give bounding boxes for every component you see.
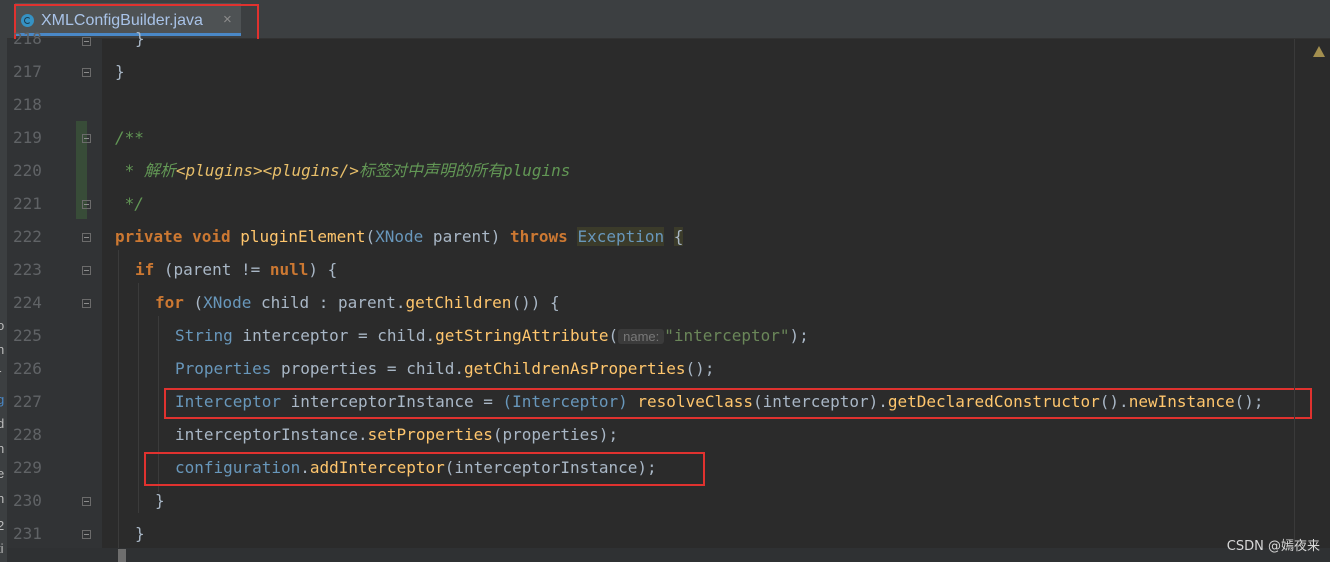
line-number: 231 (13, 524, 42, 543)
line-number: 226 (13, 359, 42, 378)
line-number: 222 (13, 227, 42, 246)
annotation-box-line-229 (144, 452, 705, 486)
code-line-226: Properties properties = child.getChildre… (175, 359, 715, 378)
line-number: 224 (13, 293, 42, 312)
line-number: 225 (13, 326, 42, 345)
parameter-hint: name: (618, 329, 665, 344)
line-number: 223 (13, 260, 42, 279)
line-number: 228 (13, 425, 42, 444)
line-number: 219 (13, 128, 42, 147)
code-line-228: interceptorInstance.setProperties(proper… (175, 425, 619, 444)
code-line-223: if (parent != null) { (135, 260, 338, 279)
line-number: 220 (13, 161, 42, 180)
line-number: 230 (13, 491, 42, 510)
line-number: 217 (13, 62, 42, 81)
indent-guide (138, 283, 139, 513)
code-line-222: private void pluginElement(XNode parent)… (115, 227, 684, 246)
line-number: 218 (13, 95, 42, 114)
code-line-220: * 解析<plugins><plugins/>标签对中声明的所有plugins (115, 161, 571, 180)
fold-icon[interactable] (82, 530, 91, 539)
line-number: 227 (13, 392, 42, 411)
text-caret (118, 549, 126, 562)
fold-icon[interactable] (82, 200, 91, 209)
code-line-219: /** (115, 128, 144, 147)
code-line-216: } (135, 29, 145, 48)
line-number: 218 (13, 29, 42, 48)
warning-icon[interactable] (1313, 46, 1325, 57)
code-line-217: } (115, 62, 125, 81)
code-line-221: */ (115, 194, 144, 213)
code-line-224: for (XNode child : parent.getChildren())… (155, 293, 560, 312)
fold-icon[interactable] (82, 266, 91, 275)
fold-icon[interactable] (82, 497, 91, 506)
fold-icon[interactable] (82, 134, 91, 143)
annotation-box-line-227 (164, 388, 1312, 419)
code-line-225: String interceptor = child.getStringAttr… (175, 326, 809, 345)
code-line-231: } (135, 524, 145, 543)
code-line-230: } (155, 491, 165, 510)
left-tool-strip: o n r g d n e n 2 ti (0, 0, 7, 562)
editor-bottom-edge (7, 548, 1330, 562)
line-number: 229 (13, 458, 42, 477)
fold-icon[interactable] (82, 68, 91, 77)
right-margin-guide (1294, 39, 1295, 562)
fold-icon[interactable] (82, 299, 91, 308)
indent-guide (118, 250, 119, 550)
watermark: CSDN @嫣夜来 (1226, 539, 1320, 554)
fold-icon[interactable] (82, 37, 91, 46)
fold-icon[interactable] (82, 233, 91, 242)
line-number: 221 (13, 194, 42, 213)
